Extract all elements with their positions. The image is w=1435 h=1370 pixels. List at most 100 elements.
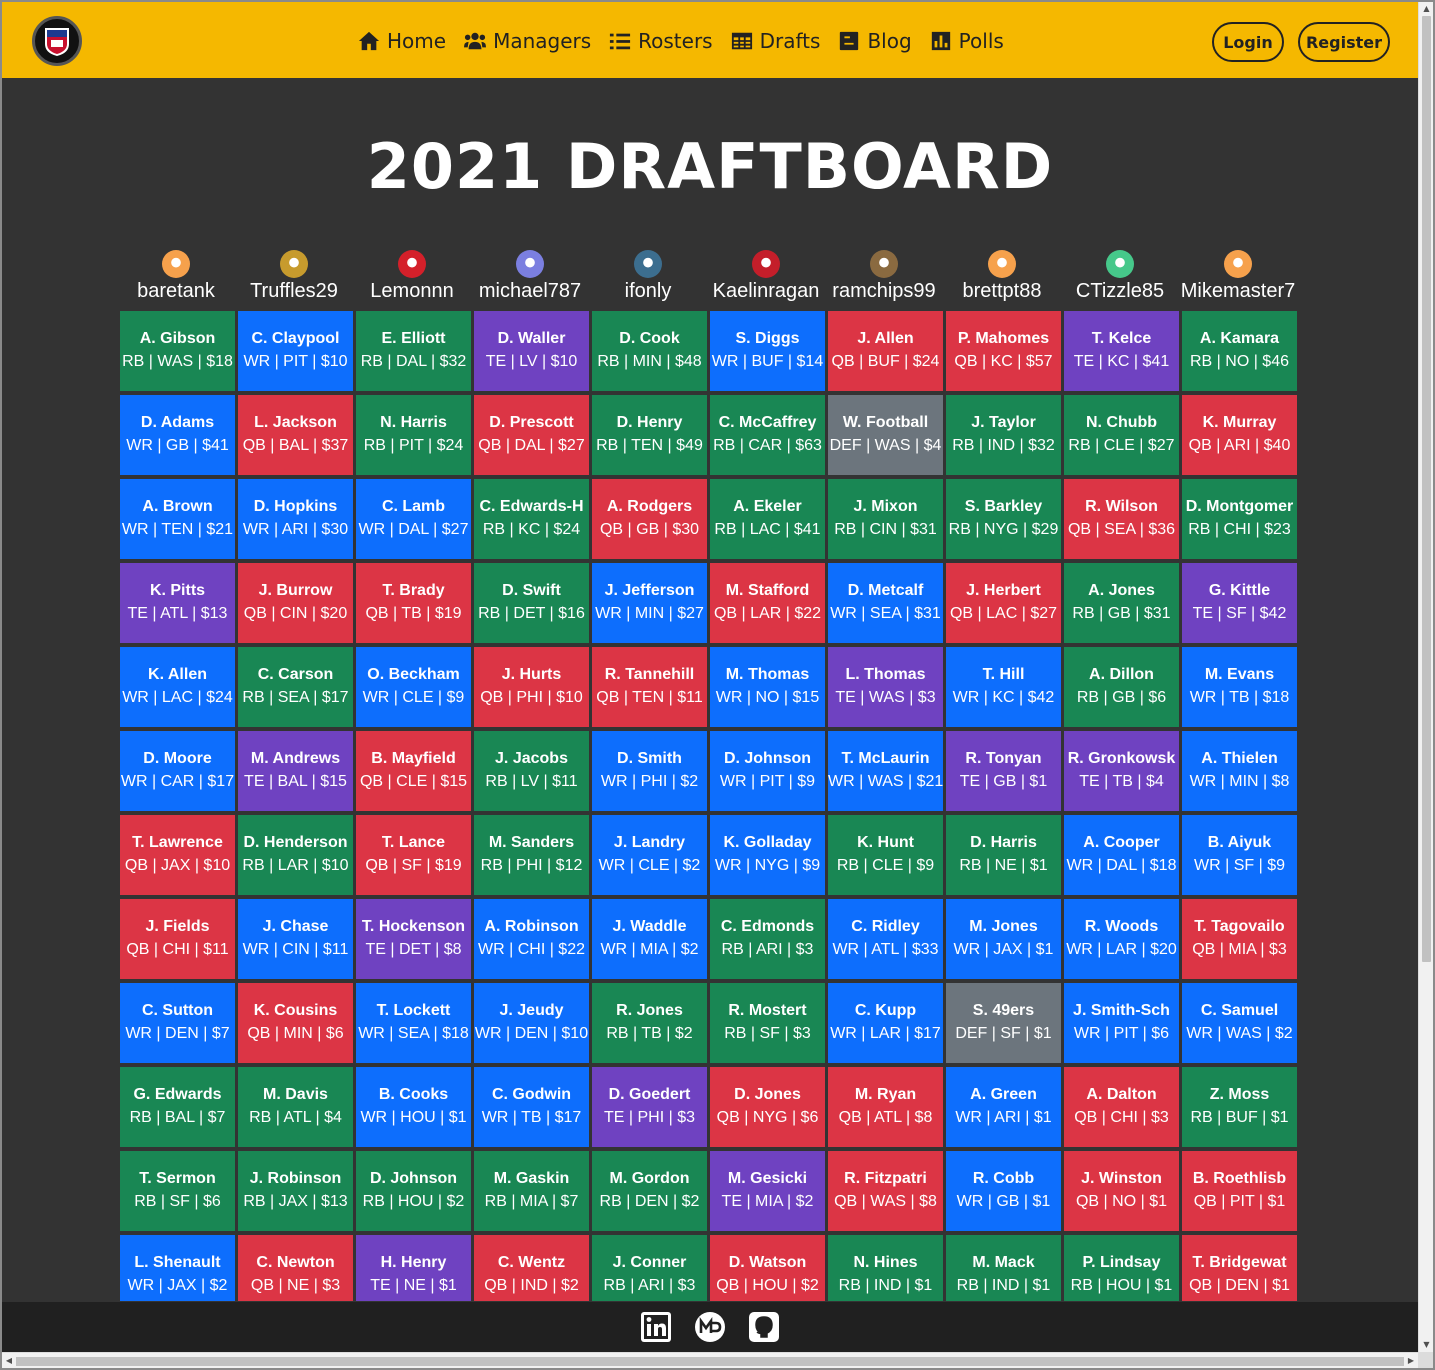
draft-pick-cell[interactable]: T. Bridgewat QB | DEN | $1: [1182, 1235, 1297, 1301]
draft-pick-cell[interactable]: J. Mixon RB | CIN | $31: [828, 479, 943, 559]
draft-pick-cell[interactable]: M. Andrews TE | BAL | $15: [238, 731, 353, 811]
draft-pick-cell[interactable]: J. Burrow QB | CIN | $20: [238, 563, 353, 643]
draft-pick-cell[interactable]: R. Woods WR | LAR | $20: [1064, 899, 1179, 979]
scroll-down-arrow-icon[interactable]: ▼: [1419, 1338, 1434, 1352]
draft-pick-cell[interactable]: J. Smith-Sch WR | PIT | $6: [1064, 983, 1179, 1063]
vertical-scrollbar[interactable]: ▲ ▼: [1418, 2, 1433, 1352]
draft-pick-cell[interactable]: D. Watson QB | HOU | $2: [710, 1235, 825, 1301]
draft-pick-cell[interactable]: J. Chase WR | CIN | $11: [238, 899, 353, 979]
draft-pick-cell[interactable]: D. Henderson RB | LAR | $10: [238, 815, 353, 895]
draft-pick-cell[interactable]: K. Golladay WR | NYG | $9: [710, 815, 825, 895]
draft-pick-cell[interactable]: R. Wilson QB | SEA | $36: [1064, 479, 1179, 559]
github-icon[interactable]: [748, 1311, 780, 1343]
draft-pick-cell[interactable]: T. Tagovailo QB | MIA | $3: [1182, 899, 1297, 979]
draft-pick-cell[interactable]: D. Moore WR | CAR | $17: [120, 731, 235, 811]
draft-pick-cell[interactable]: O. Beckham WR | CLE | $9: [356, 647, 471, 727]
draft-pick-cell[interactable]: R. Tannehill QB | TEN | $11: [592, 647, 707, 727]
draft-pick-cell[interactable]: M. Evans WR | TB | $18: [1182, 647, 1297, 727]
nav-drafts[interactable]: Drafts: [731, 29, 820, 53]
draft-pick-cell[interactable]: T. Kelce TE | KC | $41: [1064, 311, 1179, 391]
draft-pick-cell[interactable]: T. Lockett WR | SEA | $18: [356, 983, 471, 1063]
draft-pick-cell[interactable]: A. Gibson RB | WAS | $18: [120, 311, 235, 391]
register-button[interactable]: Register: [1298, 22, 1390, 62]
draft-pick-cell[interactable]: M. Gaskin RB | MIA | $7: [474, 1151, 589, 1231]
draft-pick-cell[interactable]: A. Brown WR | TEN | $21: [120, 479, 235, 559]
draft-pick-cell[interactable]: L. Jackson QB | BAL | $37: [238, 395, 353, 475]
draft-pick-cell[interactable]: K. Hunt RB | CLE | $9: [828, 815, 943, 895]
draft-pick-cell[interactable]: A. Dillon RB | GB | $6: [1064, 647, 1179, 727]
draft-pick-cell[interactable]: D. Johnson RB | HOU | $2: [356, 1151, 471, 1231]
draft-pick-cell[interactable]: J. Winston QB | NO | $1: [1064, 1151, 1179, 1231]
draft-pick-cell[interactable]: D. Montgomer RB | CHI | $23: [1182, 479, 1297, 559]
linkedin-icon[interactable]: [640, 1311, 672, 1343]
draft-pick-cell[interactable]: C. Ridley WR | ATL | $33: [828, 899, 943, 979]
manager-column-header[interactable]: Truffles29: [235, 250, 353, 306]
draft-pick-cell[interactable]: C. Samuel WR | WAS | $2: [1182, 983, 1297, 1063]
draft-pick-cell[interactable]: S. Diggs WR | BUF | $14: [710, 311, 825, 391]
draft-pick-cell[interactable]: M. Davis RB | ATL | $4: [238, 1067, 353, 1147]
nav-managers[interactable]: Managers: [464, 29, 591, 53]
site-logo[interactable]: [32, 16, 82, 66]
draft-pick-cell[interactable]: L. Thomas TE | WAS | $3: [828, 647, 943, 727]
draft-pick-cell[interactable]: B. Aiyuk WR | SF | $9: [1182, 815, 1297, 895]
draft-pick-cell[interactable]: H. Henry TE | NE | $1: [356, 1235, 471, 1301]
draft-pick-cell[interactable]: T. Lance QB | SF | $19: [356, 815, 471, 895]
draft-pick-cell[interactable]: K. Murray QB | ARI | $40: [1182, 395, 1297, 475]
draft-pick-cell[interactable]: A. Robinson WR | CHI | $22: [474, 899, 589, 979]
draft-pick-cell[interactable]: M. Mack RB | IND | $1: [946, 1235, 1061, 1301]
horizontal-scroll-thumb[interactable]: [16, 1357, 1404, 1366]
draft-pick-cell[interactable]: D. Cook RB | MIN | $48: [592, 311, 707, 391]
draft-pick-cell[interactable]: R. Gronkowsk TE | TB | $4: [1064, 731, 1179, 811]
draft-pick-cell[interactable]: P. Lindsay RB | HOU | $1: [1064, 1235, 1179, 1301]
draft-pick-cell[interactable]: R. Fitzpatri QB | WAS | $8: [828, 1151, 943, 1231]
draft-pick-cell[interactable]: D. Adams WR | GB | $41: [120, 395, 235, 475]
draft-pick-cell[interactable]: C. Lamb WR | DAL | $27: [356, 479, 471, 559]
draft-pick-cell[interactable]: C. Edmonds RB | ARI | $3: [710, 899, 825, 979]
draft-pick-cell[interactable]: G. Kittle TE | SF | $42: [1182, 563, 1297, 643]
draft-pick-cell[interactable]: A. Kamara RB | NO | $46: [1182, 311, 1297, 391]
draft-pick-cell[interactable]: C. Carson RB | SEA | $17: [238, 647, 353, 727]
draft-pick-cell[interactable]: K. Pitts TE | ATL | $13: [120, 563, 235, 643]
draft-pick-cell[interactable]: W. Football DEF | WAS | $4: [828, 395, 943, 475]
manager-column-header[interactable]: ifonly: [589, 250, 707, 306]
draft-pick-cell[interactable]: D. Johnson WR | PIT | $9: [710, 731, 825, 811]
draft-pick-cell[interactable]: B. Roethlisb QB | PIT | $1: [1182, 1151, 1297, 1231]
draft-pick-cell[interactable]: D. Prescott QB | DAL | $27: [474, 395, 589, 475]
draft-pick-cell[interactable]: A. Thielen WR | MIN | $8: [1182, 731, 1297, 811]
draft-pick-cell[interactable]: C. Sutton WR | DEN | $7: [120, 983, 235, 1063]
draft-pick-cell[interactable]: P. Mahomes QB | KC | $57: [946, 311, 1061, 391]
login-button[interactable]: Login: [1212, 22, 1284, 62]
draft-pick-cell[interactable]: J. Jefferson WR | MIN | $27: [592, 563, 707, 643]
draft-pick-cell[interactable]: M. Ryan QB | ATL | $8: [828, 1067, 943, 1147]
manager-column-header[interactable]: brettpt88: [943, 250, 1061, 306]
draft-pick-cell[interactable]: G. Edwards RB | BAL | $7: [120, 1067, 235, 1147]
draft-pick-cell[interactable]: J. Fields QB | CHI | $11: [120, 899, 235, 979]
draft-pick-cell[interactable]: C. Claypool WR | PIT | $10: [238, 311, 353, 391]
manager-column-header[interactable]: baretank: [117, 250, 235, 306]
draft-pick-cell[interactable]: K. Allen WR | LAC | $24: [120, 647, 235, 727]
draft-pick-cell[interactable]: D. Swift RB | DET | $16: [474, 563, 589, 643]
draft-pick-cell[interactable]: J. Hurts QB | PHI | $10: [474, 647, 589, 727]
manager-column-header[interactable]: michael787: [471, 250, 589, 306]
draft-pick-cell[interactable]: C. Edwards-H RB | KC | $24: [474, 479, 589, 559]
draft-pick-cell[interactable]: R. Tonyan TE | GB | $1: [946, 731, 1061, 811]
manager-column-header[interactable]: CTizzle85: [1061, 250, 1179, 306]
draft-pick-cell[interactable]: J. Robinson RB | JAX | $13: [238, 1151, 353, 1231]
draft-pick-cell[interactable]: A. Jones RB | GB | $31: [1064, 563, 1179, 643]
nav-rosters[interactable]: Rosters: [609, 29, 713, 53]
draft-pick-cell[interactable]: L. Shenault WR | JAX | $2: [120, 1235, 235, 1301]
draft-pick-cell[interactable]: T. McLaurin WR | WAS | $21: [828, 731, 943, 811]
draft-pick-cell[interactable]: T. Sermon RB | SF | $6: [120, 1151, 235, 1231]
draft-pick-cell[interactable]: T. Brady QB | TB | $19: [356, 563, 471, 643]
scroll-left-arrow-icon[interactable]: ◀: [2, 1353, 16, 1369]
scroll-right-arrow-icon[interactable]: ▶: [1404, 1353, 1418, 1369]
draft-pick-cell[interactable]: D. Hopkins WR | ARI | $30: [238, 479, 353, 559]
draft-pick-cell[interactable]: Z. Moss RB | BUF | $1: [1182, 1067, 1297, 1147]
scroll-up-arrow-icon[interactable]: ▲: [1419, 2, 1434, 16]
draft-pick-cell[interactable]: J. Taylor RB | IND | $32: [946, 395, 1061, 475]
draft-pick-cell[interactable]: A. Rodgers QB | GB | $30: [592, 479, 707, 559]
draft-pick-cell[interactable]: K. Cousins QB | MIN | $6: [238, 983, 353, 1063]
draft-pick-cell[interactable]: D. Jones QB | NYG | $6: [710, 1067, 825, 1147]
draft-pick-cell[interactable]: N. Chubb RB | CLE | $27: [1064, 395, 1179, 475]
draft-pick-cell[interactable]: T. Lawrence QB | JAX | $10: [120, 815, 235, 895]
